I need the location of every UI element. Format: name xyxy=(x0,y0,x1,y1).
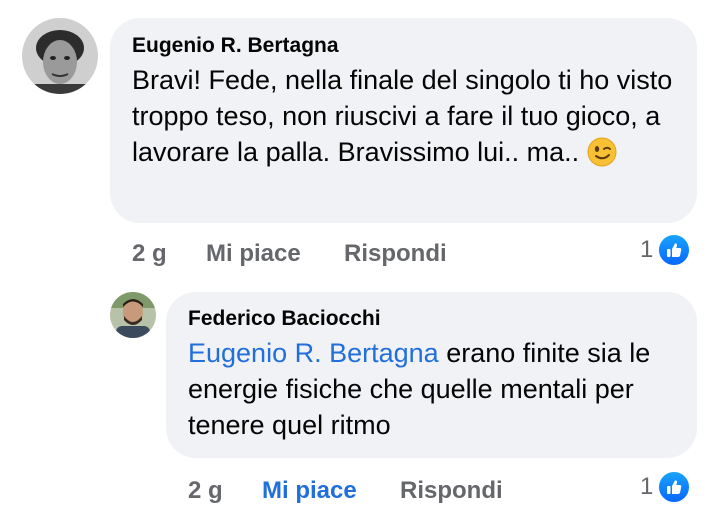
like-button[interactable]: Mi piace xyxy=(206,240,301,268)
reply-button[interactable]: Rispondi xyxy=(400,477,503,505)
comment-author[interactable]: Eugenio R. Bertagna xyxy=(132,34,675,58)
avatar-photo xyxy=(22,18,98,94)
reply-actions: 2 g Mi piace Rispondi xyxy=(188,477,588,505)
like-button-active[interactable]: Mi piace xyxy=(262,477,357,505)
comment-text: Bravi! Fede, nella finale del singolo ti… xyxy=(132,62,675,176)
thumbs-up-icon xyxy=(657,470,692,504)
reaction-summary[interactable]: 1 xyxy=(640,233,692,267)
reaction-count: 1 xyxy=(640,473,654,500)
reply-author[interactable]: Federico Baciocchi xyxy=(188,307,675,331)
avatar[interactable] xyxy=(22,18,98,94)
avatar[interactable] xyxy=(110,292,156,338)
reaction-count: 1 xyxy=(640,236,654,263)
thumbs-up-icon xyxy=(657,233,692,267)
comment-bubble[interactable]: Eugenio R. Bertagna Bravi! Fede, nella f… xyxy=(110,18,697,223)
reply-bubble[interactable]: Federico Baciocchi Eugenio R. Bertagna e… xyxy=(166,292,697,458)
reply-time[interactable]: 2 g xyxy=(188,477,223,505)
reaction-summary[interactable]: 1 xyxy=(640,470,692,504)
reply-text: Eugenio R. Bertagna erano finite sia le … xyxy=(188,335,675,443)
comment-actions: 2 g Mi piace Rispondi xyxy=(132,240,532,268)
reply-button[interactable]: Rispondi xyxy=(344,240,447,268)
comment-time[interactable]: 2 g xyxy=(132,240,167,268)
winking-face-emoji xyxy=(587,137,617,176)
mention-link[interactable]: Eugenio R. Bertagna xyxy=(188,338,439,368)
avatar-photo xyxy=(110,292,156,338)
